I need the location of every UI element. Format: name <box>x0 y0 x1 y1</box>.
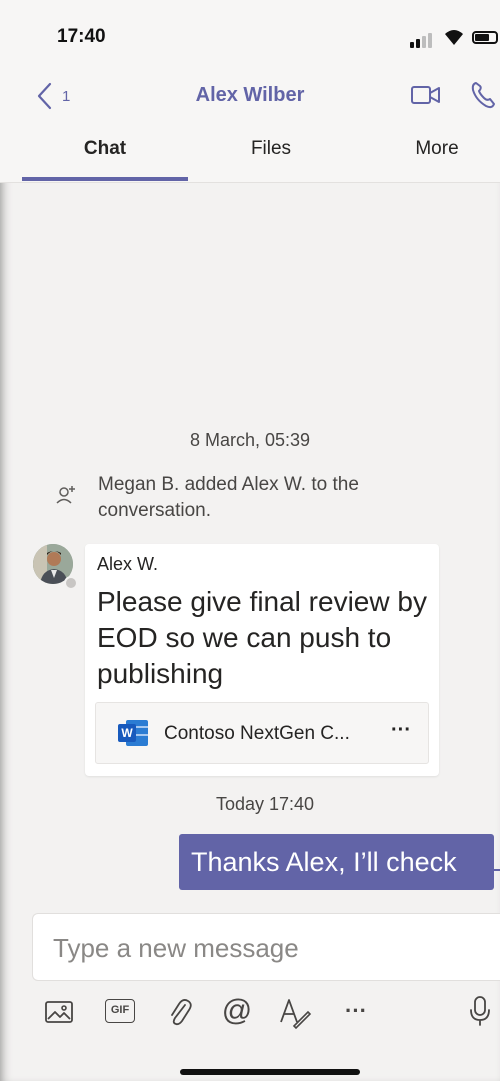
status-icons <box>410 28 500 48</box>
attachment-name: Contoso NextGen C... <box>164 723 350 744</box>
my-message-text: Thanks Alex, I’ll check <box>191 847 457 877</box>
tab-bar: Chat Files More <box>22 128 500 182</box>
wifi-icon <box>445 30 463 45</box>
gif-icon[interactable]: GIF <box>105 999 135 1023</box>
tab-files[interactable]: Files <box>188 138 354 160</box>
mention-icon[interactable]: @ <box>220 994 254 1028</box>
my-message-tail <box>494 869 500 871</box>
home-indicator <box>180 1069 360 1075</box>
compose-toolbar: GIF @ ··· <box>0 994 500 1032</box>
presence-status <box>64 576 78 590</box>
format-icon[interactable] <box>278 996 312 1030</box>
battery-icon <box>472 31 498 44</box>
phone-call-icon[interactable] <box>470 80 498 110</box>
message-input[interactable] <box>51 928 495 968</box>
more-icon[interactable]: ··· <box>339 996 373 1026</box>
file-attachment[interactable]: W Contoso NextGen C... ··· <box>95 702 429 764</box>
video-call-icon[interactable] <box>410 83 442 107</box>
active-tab-indicator <box>22 177 188 181</box>
message-text: Please give final review by EOD so we ca… <box>97 586 427 689</box>
add-person-icon <box>56 486 75 504</box>
attach-icon[interactable] <box>166 996 192 1028</box>
tab-more[interactable]: More <box>354 138 500 160</box>
top-bar: 17:40 1 Alex Wilber Chat Files More <box>0 0 500 183</box>
message-sender: Alex W. <box>97 554 159 574</box>
date-separator: 8 March, 05:39 <box>189 430 311 450</box>
mic-icon[interactable] <box>468 994 492 1028</box>
word-doc-icon: W <box>118 720 148 746</box>
status-time: 17:40 <box>57 26 106 47</box>
message-bubble[interactable]: Alex W. Please give final review by EOD … <box>85 544 439 776</box>
my-message-bubble[interactable]: Thanks Alex, I’ll check <box>179 834 494 890</box>
image-icon[interactable] <box>44 1000 74 1026</box>
tab-chat[interactable]: Chat <box>22 138 188 160</box>
compose-box[interactable] <box>32 913 500 981</box>
today-separator: Today 17:40 <box>215 794 315 814</box>
teams-chat-screen: 17:40 1 Alex Wilber Chat Files More 8 Ma… <box>0 0 500 1081</box>
attachment-more-button[interactable]: ··· <box>386 717 416 747</box>
system-message: Megan B. added Alex W. to the conversati… <box>98 474 359 521</box>
